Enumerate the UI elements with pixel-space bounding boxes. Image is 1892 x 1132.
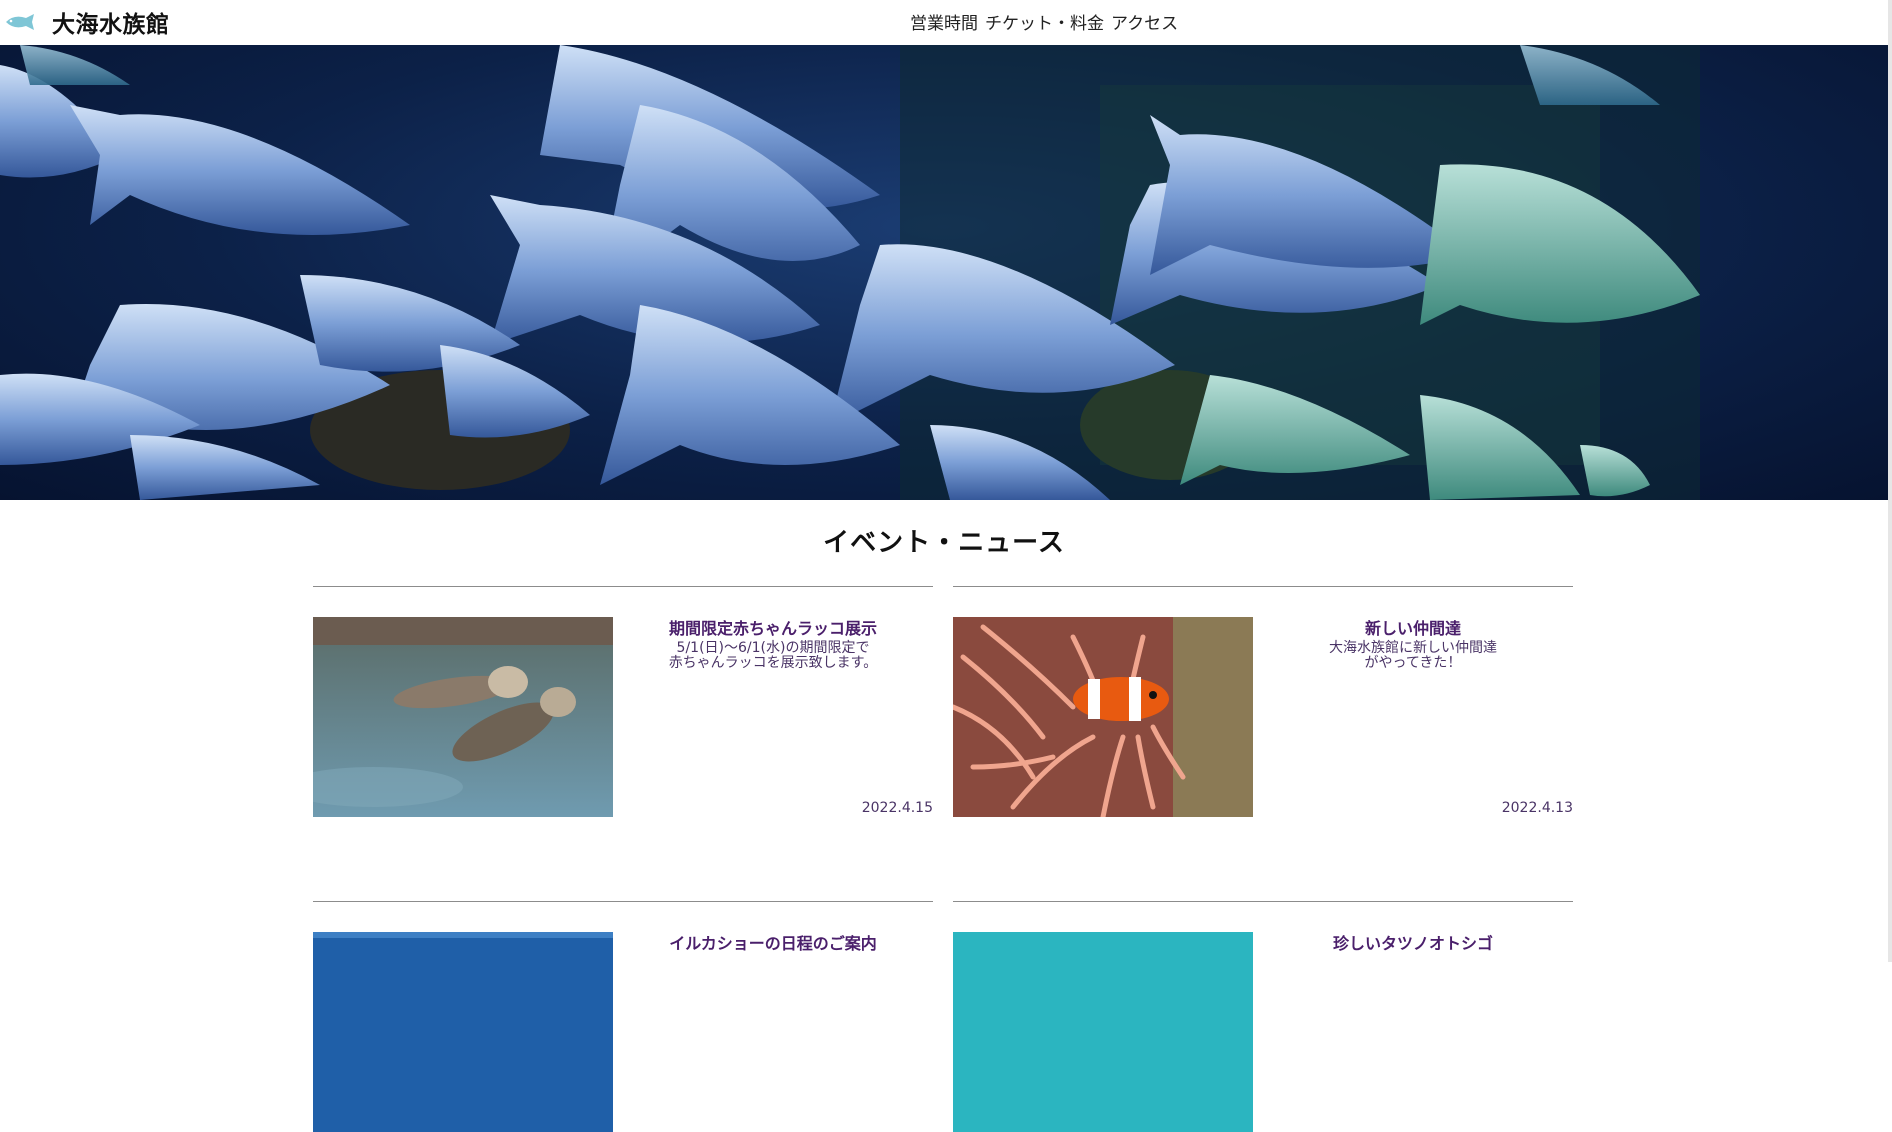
scrollbar-track[interactable] [1888, 0, 1892, 962]
school-of-fish-photo [0, 45, 1700, 500]
dolphin-water-photo[interactable] [313, 932, 613, 1132]
seahorse-photo[interactable] [953, 932, 1253, 1132]
site-title[interactable]: 大海水族館 [52, 5, 170, 39]
divider [313, 586, 933, 587]
news-title[interactable]: 珍しいタツノオトシゴ [1253, 930, 1573, 954]
divider [953, 586, 1573, 587]
sea-otters-photo[interactable] [313, 617, 613, 817]
news-date: 2022.4.13 [1501, 800, 1573, 816]
fish-icon[interactable] [2, 12, 38, 32]
hero-image [0, 45, 1888, 500]
main-nav: 営業時間 チケット・料金 アクセス [910, 9, 1178, 34]
news-description: 大海水族館に新しい仲間達 がやってきた！ [1329, 640, 1497, 671]
news-title[interactable]: イルカショーの日程のご案内 [613, 930, 933, 954]
news-date: 2022.4.15 [861, 800, 933, 816]
nav-link-access[interactable]: アクセス [1111, 9, 1178, 34]
divider [313, 901, 933, 902]
nav-link-hours[interactable]: 営業時間 [910, 9, 978, 34]
news-description: 5/1(日)〜6/1(水)の期間限定で 赤ちゃんラッコを展示致します。 [668, 640, 878, 671]
site-header: 大海水族館 営業時間 チケット・料金 アクセス [0, 0, 1890, 45]
divider [953, 901, 1573, 902]
clownfish-photo[interactable] [953, 617, 1253, 817]
section-title: イベント・ニュース [823, 528, 1065, 558]
nav-link-tickets[interactable]: チケット・料金 [985, 9, 1104, 34]
news-title[interactable]: 期間限定赤ちゃんラッコ展示 [613, 615, 933, 639]
news-title[interactable]: 新しい仲間達 [1253, 615, 1573, 639]
